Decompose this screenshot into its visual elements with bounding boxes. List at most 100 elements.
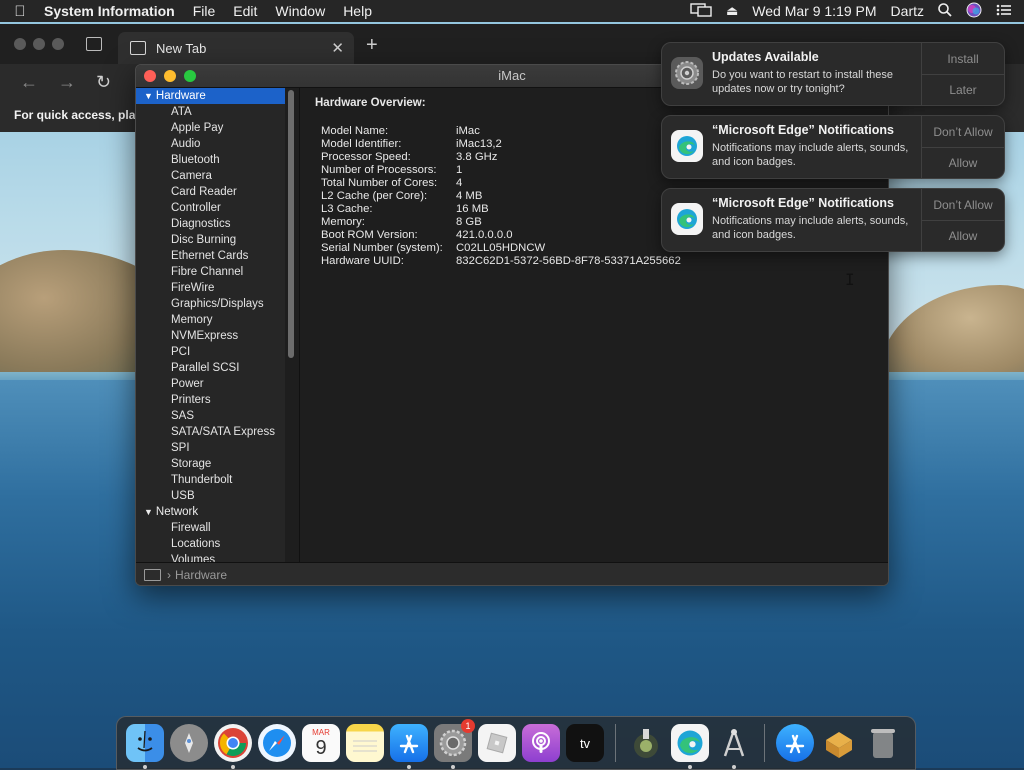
sidebar-item-card-reader[interactable]: Card Reader [136, 184, 285, 200]
applications-folder-icon[interactable] [776, 724, 814, 762]
sidebar-item-bluetooth[interactable]: Bluetooth [136, 152, 285, 168]
install-button[interactable]: Install [922, 43, 1004, 75]
back-arrow-icon[interactable]: ← [20, 72, 38, 93]
edit-menu[interactable]: Edit [224, 3, 266, 19]
running-indicator [143, 765, 147, 769]
sidebar-section-network[interactable]: ▼ Network [136, 504, 285, 520]
chrome-icon[interactable] [214, 724, 252, 769]
browser-zoom-button[interactable] [52, 38, 64, 50]
system-information-icon[interactable] [715, 724, 753, 769]
roblox-icon[interactable] [478, 724, 516, 762]
allow-button[interactable]: Allow [922, 147, 1004, 178]
sidebar-item-parallel-scsi[interactable]: Parallel SCSI [136, 360, 285, 376]
sidebar-item-disc-burning[interactable]: Disc Burning [136, 232, 285, 248]
sidebar-item-ethernet-cards[interactable]: Ethernet Cards [136, 248, 285, 264]
eject-icon[interactable]: ⏏ [726, 3, 738, 19]
notification-title: Updates Available [712, 50, 819, 64]
sidebar-item-graphics-displays[interactable]: Graphics/Displays [136, 296, 285, 312]
sidebar-item-power[interactable]: Power [136, 376, 285, 392]
system-preferences-icon[interactable]: 1 [434, 719, 475, 769]
sidebar-item-thunderbolt[interactable]: Thunderbolt [136, 472, 285, 488]
calendar-month: MAR [312, 727, 330, 737]
sidebar-item-usb[interactable]: USB [136, 488, 285, 504]
allow-button[interactable]: Allow [922, 220, 1004, 251]
browser-minimize-button[interactable] [33, 38, 45, 50]
info-row: Memory: 8 GB [321, 216, 482, 228]
browser-close-button[interactable] [14, 38, 26, 50]
path-bar-item-hardware[interactable]: Hardware [175, 568, 227, 582]
minimize-button[interactable] [164, 70, 176, 82]
sidebar-item-memory[interactable]: Memory [136, 312, 285, 328]
new-tab-button[interactable]: + [366, 34, 378, 57]
apple-tv-icon[interactable]: tv [566, 724, 604, 762]
spotlight-search-icon[interactable] [938, 2, 952, 20]
launchpad-icon[interactable] [170, 724, 208, 762]
sidebar-item-diagnostics[interactable]: Diagnostics [136, 216, 285, 232]
sidebar-item-controller[interactable]: Controller [136, 200, 285, 216]
sidebar-item-storage[interactable]: Storage [136, 456, 285, 472]
notification-body: Do you want to restart to install these … [712, 69, 893, 95]
sidebar-item-firewire[interactable]: FireWire [136, 280, 285, 296]
dont-allow-button[interactable]: Don’t Allow [922, 116, 1004, 148]
sidebar-item-fibre-channel[interactable]: Fibre Channel [136, 264, 285, 280]
info-row: Hardware UUID: 832C62D1-5372-56BD-8F78-53… [321, 255, 681, 267]
notification-center-icon[interactable] [996, 4, 1012, 19]
podcasts-icon[interactable] [522, 724, 560, 762]
notification-edge-1[interactable]: “Microsoft Edge” Notifications Notificat… [661, 115, 1005, 179]
close-button[interactable] [144, 70, 156, 82]
sidebar-item-locations[interactable]: Locations [136, 536, 285, 552]
trash-icon[interactable] [864, 724, 902, 762]
finder-icon[interactable] [126, 724, 164, 769]
help-menu[interactable]: Help [334, 3, 381, 19]
notification-body: Notifications may include alerts, sounds… [712, 215, 909, 241]
zoom-button[interactable] [184, 70, 196, 82]
later-button[interactable]: Later [922, 74, 1004, 105]
calendar-icon[interactable]: MAR 9 [302, 724, 340, 762]
reload-icon[interactable]: ↻ [96, 72, 111, 93]
downloads-stack-icon[interactable] [820, 724, 858, 762]
info-row: Model Identifier: iMac13,2 [321, 138, 502, 150]
file-menu[interactable]: File [184, 3, 225, 19]
close-tab-icon[interactable]: ✕ [331, 39, 344, 57]
safari-icon[interactable] [258, 724, 296, 762]
disclosure-triangle-icon[interactable]: ▼ [144, 504, 153, 520]
tab-actions-icon[interactable] [86, 37, 102, 51]
dock-separator [764, 724, 765, 762]
notification-actions: Install Later [921, 43, 1004, 105]
sidebar-item-apple-pay[interactable]: Apple Pay [136, 120, 285, 136]
sidebar-item-volumes[interactable]: Volumes [136, 552, 285, 562]
sidebar-item-ata[interactable]: ATA [136, 104, 285, 120]
sidebar-item-camera[interactable]: Camera [136, 168, 285, 184]
sidebar-item-printers[interactable]: Printers [136, 392, 285, 408]
sidebar-item-pci[interactable]: PCI [136, 344, 285, 360]
browser-tab[interactable]: New Tab ✕ [118, 32, 354, 64]
notification-actions: Don’t Allow Allow [921, 189, 1004, 251]
notification-updates[interactable]: Updates Available Do you want to restart… [661, 42, 1005, 106]
notification-edge-2[interactable]: “Microsoft Edge” Notifications Notificat… [661, 188, 1005, 252]
overview-heading: Hardware Overview: [315, 97, 426, 109]
app-store-icon[interactable] [390, 724, 428, 769]
edge-dock-icon[interactable] [671, 724, 709, 769]
menu-bar-clock[interactable]: Wed Mar 9 1:19 PM [752, 3, 876, 19]
sidebar-item-sata[interactable]: SATA/SATA Express [136, 424, 285, 440]
sidebar-section-hardware[interactable]: ▼ Hardware [136, 88, 285, 104]
sidebar-item-nvmexpress[interactable]: NVMExpress [136, 328, 285, 344]
dont-allow-button[interactable]: Don’t Allow [922, 189, 1004, 221]
window-menu[interactable]: Window [266, 3, 334, 19]
apple-menu-icon[interactable]:  [0, 3, 40, 20]
forward-arrow-icon[interactable]: → [58, 72, 76, 93]
notes-icon[interactable] [346, 724, 384, 762]
sidebar-item-sas[interactable]: SAS [136, 408, 285, 424]
sidebar-item-spi[interactable]: SPI [136, 440, 285, 456]
disclosure-triangle-icon[interactable]: ▼ [144, 88, 153, 104]
app-menu[interactable]: System Information [40, 3, 184, 19]
sidebar-scrollbar[interactable] [288, 90, 294, 358]
screen-mirroring-icon[interactable] [690, 2, 712, 20]
installer-disk-icon[interactable] [627, 724, 665, 762]
sidebar-item-firewall[interactable]: Firewall [136, 520, 285, 536]
sidebar-item-audio[interactable]: Audio [136, 136, 285, 152]
edge-icon [671, 203, 703, 235]
siri-icon[interactable] [966, 2, 982, 21]
menu-bar-user[interactable]: Dartz [891, 3, 924, 19]
info-row: L3 Cache: 16 MB [321, 203, 489, 215]
